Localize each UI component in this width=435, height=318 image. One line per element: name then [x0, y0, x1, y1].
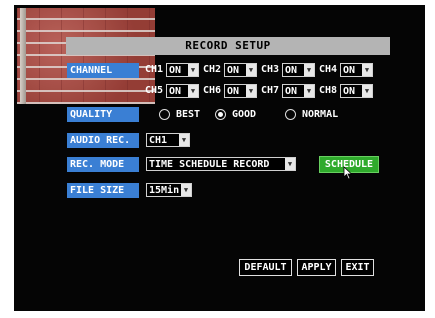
ch4-value: ON: [343, 65, 356, 76]
ch7-value: ON: [285, 86, 298, 97]
quality-good-radio[interactable]: [215, 109, 226, 120]
chevron-down-icon: ▼: [188, 85, 198, 97]
rec-mode-value: TIME SCHEDULE RECORD: [149, 159, 270, 170]
default-button[interactable]: DEFAULT: [239, 259, 292, 276]
ch6-value: ON: [227, 86, 240, 97]
ch6-select[interactable]: ON ▼: [224, 84, 257, 98]
ch8-value: ON: [343, 86, 356, 97]
ch5-select[interactable]: ON ▼: [166, 84, 199, 98]
quality-best-radio[interactable]: [159, 109, 170, 120]
exit-button[interactable]: EXIT: [341, 259, 374, 276]
quality-best-label: BEST: [176, 109, 201, 120]
chevron-down-icon: ▼: [181, 184, 191, 196]
apply-button[interactable]: APPLY: [297, 259, 336, 276]
rec-mode-label: REC. MODE: [67, 157, 139, 172]
ch8-label: CH8: [319, 85, 338, 96]
mouse-cursor-icon: [343, 166, 353, 180]
chevron-down-icon: ▼: [304, 64, 314, 76]
camera-preview-thumbnail: [17, 8, 155, 104]
rec-mode-select[interactable]: TIME SCHEDULE RECORD ▼: [146, 157, 296, 171]
audio-rec-label: AUDIO REC.: [67, 133, 139, 148]
chevron-down-icon: ▼: [179, 134, 189, 146]
quality-normal-label: NORMAL: [302, 109, 339, 120]
dialog-title: RECORD SETUP: [66, 37, 390, 55]
quality-label: QUALITY: [67, 107, 139, 122]
ch4-label: CH4: [319, 64, 338, 75]
ch8-select[interactable]: ON ▼: [340, 84, 373, 98]
chevron-down-icon: ▼: [246, 64, 256, 76]
ch4-select[interactable]: ON ▼: [340, 63, 373, 77]
chevron-down-icon: ▼: [362, 64, 372, 76]
chevron-down-icon: ▼: [362, 85, 372, 97]
camera-preview-edge: [20, 8, 26, 104]
chevron-down-icon: ▼: [304, 85, 314, 97]
quality-good-label: GOOD: [232, 109, 257, 120]
ch2-value: ON: [227, 65, 240, 76]
chevron-down-icon: ▼: [246, 85, 256, 97]
ch3-label: CH3: [261, 64, 280, 75]
quality-normal-radio[interactable]: [285, 109, 296, 120]
chevron-down-icon: ▼: [285, 158, 295, 170]
ch1-label: CH1: [145, 64, 164, 75]
ch2-label: CH2: [203, 64, 222, 75]
file-size-label: FILE SIZE: [67, 183, 139, 198]
ch6-label: CH6: [203, 85, 222, 96]
ch3-value: ON: [285, 65, 298, 76]
audio-rec-select[interactable]: CH1 ▼: [146, 133, 190, 147]
ch1-value: ON: [169, 65, 182, 76]
ch5-value: ON: [169, 86, 182, 97]
ch2-select[interactable]: ON ▼: [224, 63, 257, 77]
ch1-select[interactable]: ON ▼: [166, 63, 199, 77]
file-size-value: 15Min: [149, 185, 180, 196]
file-size-select[interactable]: 15Min ▼: [146, 183, 192, 197]
ch7-select[interactable]: ON ▼: [282, 84, 315, 98]
channel-label: CHANNEL: [67, 63, 139, 78]
ch3-select[interactable]: ON ▼: [282, 63, 315, 77]
chevron-down-icon: ▼: [188, 64, 198, 76]
ch5-label: CH5: [145, 85, 164, 96]
ch7-label: CH7: [261, 85, 280, 96]
audio-rec-value: CH1: [149, 135, 168, 146]
